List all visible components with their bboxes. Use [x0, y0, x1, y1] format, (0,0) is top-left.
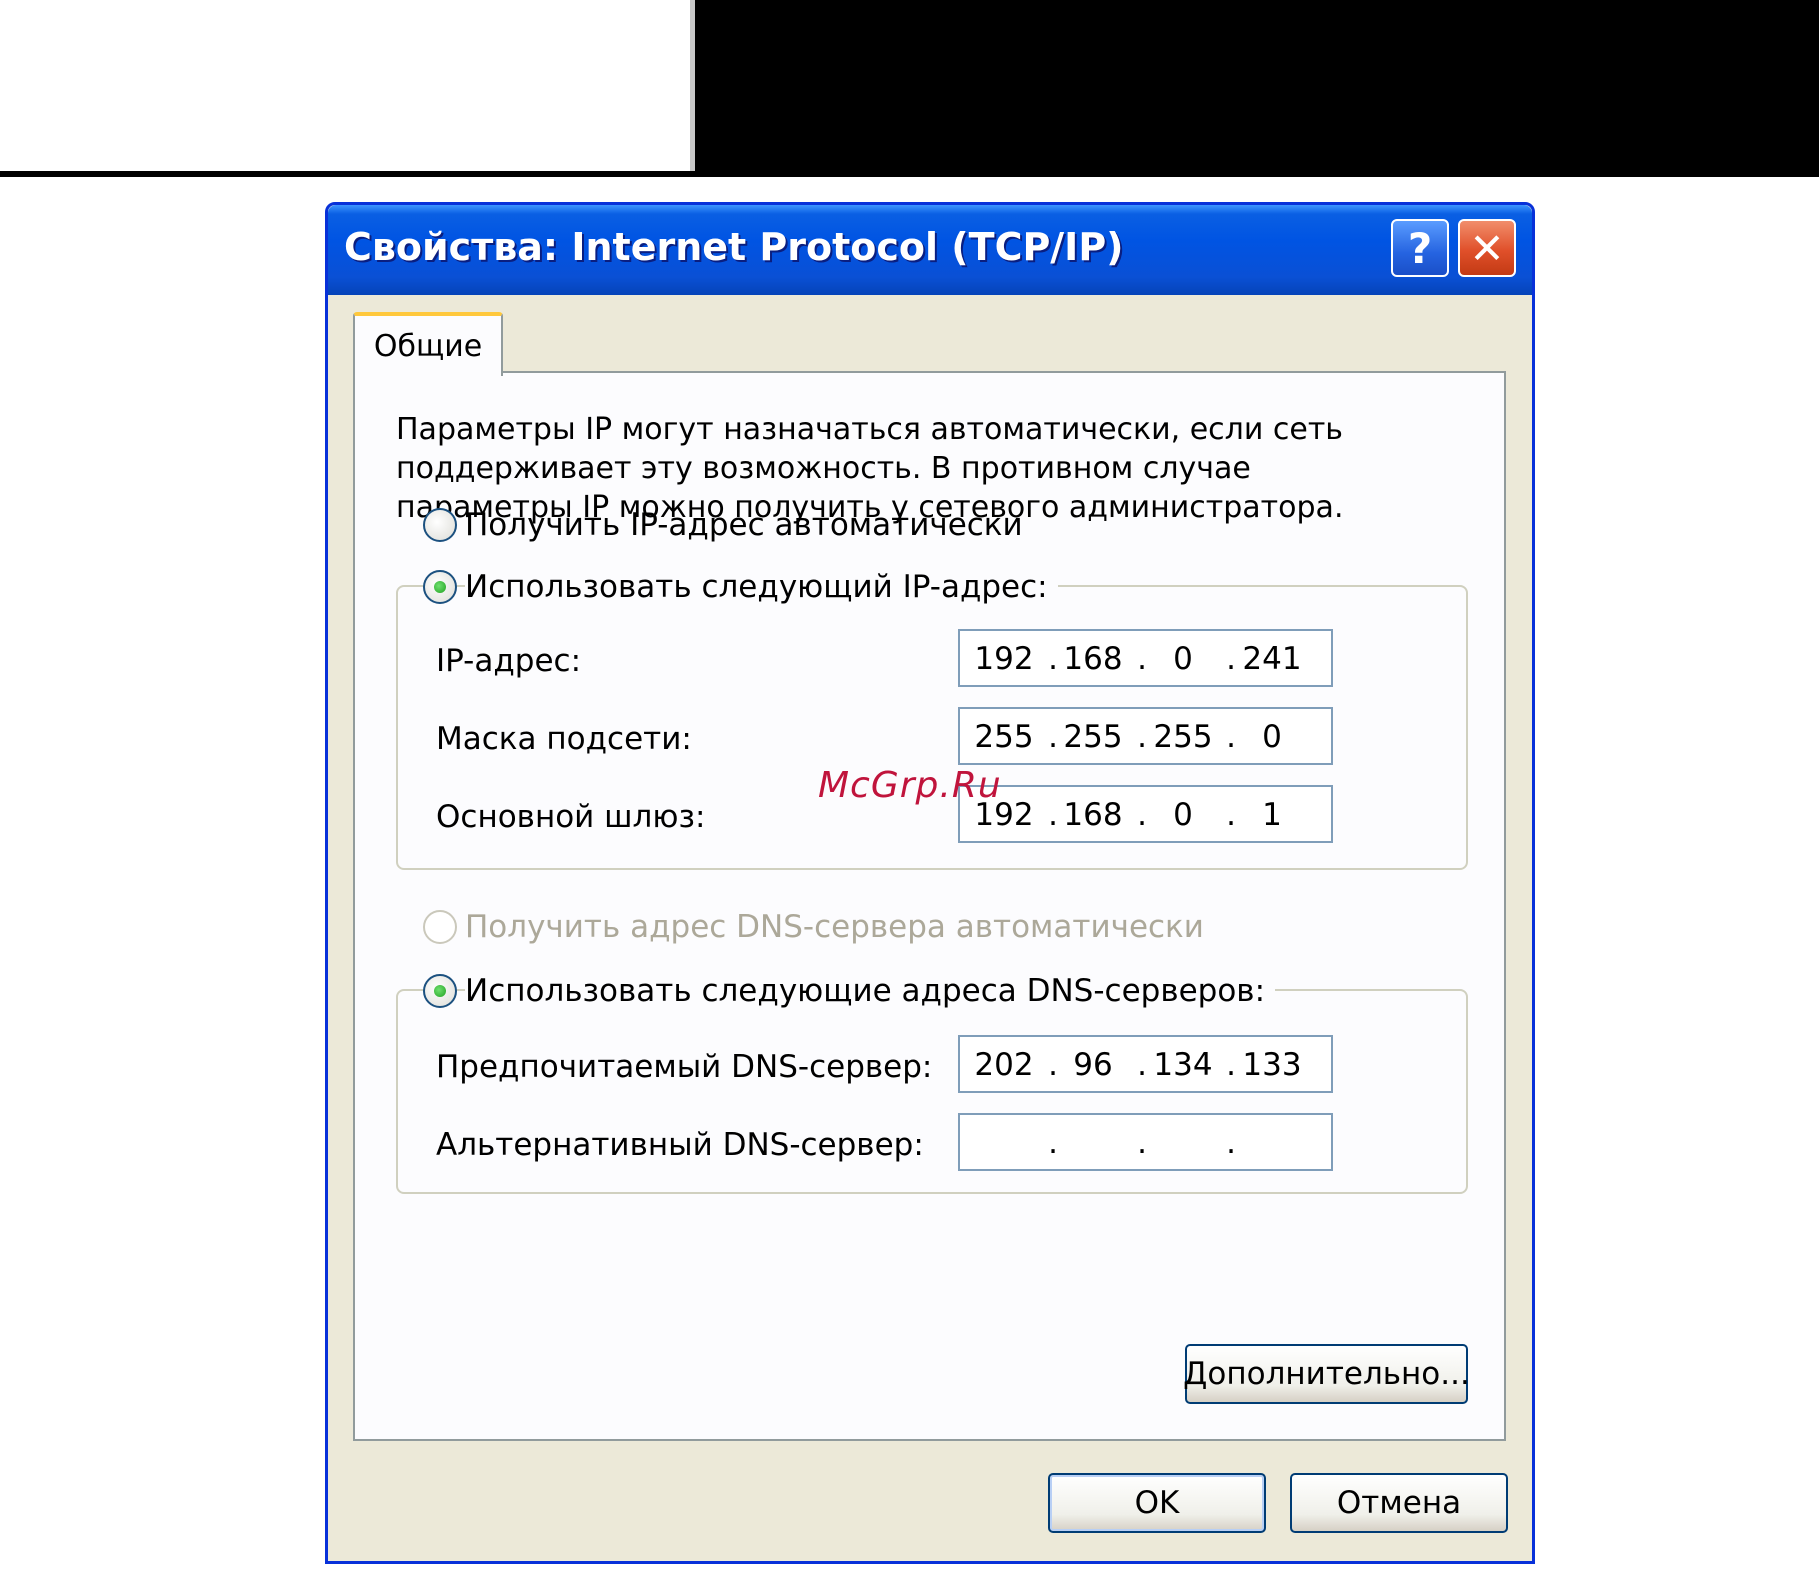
octet-separator: .: [1226, 797, 1236, 833]
dns-auto-radio: [423, 910, 457, 944]
octet-separator: .: [1226, 1125, 1236, 1161]
radio-selected-dot: [434, 581, 446, 593]
octet-3: 255: [1153, 719, 1213, 755]
octet-separator: .: [1137, 797, 1147, 833]
alternate-dns-label: Альтернативный DNS-сервер:: [436, 1127, 924, 1163]
ip-auto-option[interactable]: Получить IP-адрес автоматически: [423, 507, 1023, 543]
octet-separator: .: [1226, 1047, 1236, 1083]
header-rule: [0, 171, 1819, 177]
octet-1: 192: [974, 641, 1034, 677]
alternate-dns-field[interactable]: . . .: [958, 1113, 1333, 1171]
help-icon: ?: [1407, 223, 1433, 273]
octet-4: 133: [1242, 1047, 1302, 1083]
preferred-dns-field[interactable]: 202. 96. 134. 133: [958, 1035, 1333, 1093]
octet-1: 202: [974, 1047, 1034, 1083]
ip-manual-option[interactable]: Использовать следующий IP-адрес:: [423, 569, 1058, 605]
default-gateway-label: Основной шлюз:: [436, 799, 706, 835]
cancel-button[interactable]: Отмена: [1290, 1473, 1508, 1533]
dns-auto-option: Получить адрес DNS-сервера автоматически: [423, 909, 1204, 945]
title-bar[interactable]: Свойства: Internet Protocol (TCP/IP) ? ✕: [328, 205, 1532, 295]
octet-separator: .: [1137, 1047, 1147, 1083]
octet-2: 255: [1063, 719, 1123, 755]
octet-separator: .: [1226, 719, 1236, 755]
ip-manual-radio[interactable]: [423, 570, 457, 604]
preferred-dns-label: Предпочитаемый DNS-сервер:: [436, 1049, 933, 1085]
radio-selected-dot: [434, 985, 446, 997]
ip-auto-radio[interactable]: [423, 508, 457, 542]
ip-auto-label: Получить IP-адрес автоматически: [465, 507, 1023, 543]
octet-4: 0: [1262, 719, 1282, 755]
ip-address-field[interactable]: 192. 168. 0. 241: [958, 629, 1333, 687]
dns-manual-label: Использовать следующие адреса DNS-сервер…: [465, 973, 1276, 1009]
dialog-title: Свойства: Internet Protocol (TCP/IP): [344, 225, 1124, 269]
octet-separator: .: [1226, 641, 1236, 677]
dns-manual-radio[interactable]: [423, 974, 457, 1008]
help-button[interactable]: ?: [1391, 219, 1449, 277]
octet-4: 1: [1262, 797, 1282, 833]
ok-button[interactable]: OK: [1048, 1473, 1266, 1533]
octet-3: 134: [1153, 1047, 1213, 1083]
close-icon: ✕: [1469, 223, 1505, 273]
header-black-block: [695, 0, 1819, 172]
octet-separator: .: [1137, 641, 1147, 677]
dns-manual-option[interactable]: Использовать следующие адреса DNS-сервер…: [423, 973, 1276, 1009]
subnet-mask-label: Маска подсети:: [436, 721, 692, 757]
octet-separator: .: [1048, 797, 1058, 833]
octet-separator: .: [1048, 1047, 1058, 1083]
octet-2: 168: [1063, 797, 1123, 833]
tcpip-properties-dialog: Свойства: Internet Protocol (TCP/IP) ? ✕…: [325, 202, 1535, 1564]
octet-2: 96: [1073, 1047, 1113, 1083]
octet-3: 0: [1173, 641, 1193, 677]
ip-address-label: IP-адрес:: [436, 643, 582, 679]
octet-3: 0: [1173, 797, 1193, 833]
octet-separator: .: [1048, 641, 1058, 677]
octet-separator: .: [1048, 1125, 1058, 1161]
subnet-mask-field[interactable]: 255. 255. 255. 0: [958, 707, 1333, 765]
octet-separator: .: [1048, 719, 1058, 755]
close-button[interactable]: ✕: [1458, 219, 1516, 277]
octet-2: 168: [1063, 641, 1123, 677]
octet-1: 255: [974, 719, 1034, 755]
ip-manual-label: Использовать следующий IP-адрес:: [465, 569, 1058, 605]
octet-4: 241: [1242, 641, 1302, 677]
octet-separator: .: [1137, 719, 1147, 755]
tab-general[interactable]: Общие: [353, 312, 503, 376]
octet-separator: .: [1137, 1125, 1147, 1161]
watermark: McGrp.Ru: [818, 765, 1002, 806]
page: Свойства: Internet Protocol (TCP/IP) ? ✕…: [0, 0, 1819, 1569]
default-gateway-field[interactable]: 192. 168. 0. 1: [958, 785, 1333, 843]
advanced-button[interactable]: Дополнительно...: [1183, 1344, 1470, 1404]
dns-auto-label: Получить адрес DNS-сервера автоматически: [465, 909, 1204, 945]
